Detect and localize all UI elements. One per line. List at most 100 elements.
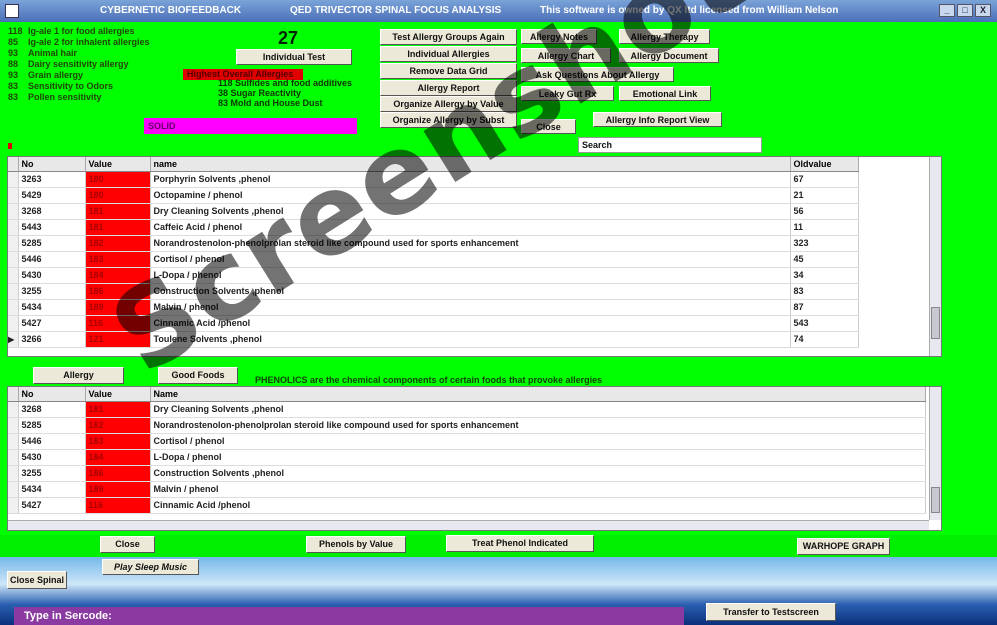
individual-test-button[interactable]: Individual Test <box>236 49 352 65</box>
sub-stat-row: 83 Mold and House Dust <box>218 98 352 108</box>
organize-by-value-button[interactable]: Organize Allergy by Value <box>380 96 517 112</box>
sub-stat-value: 38 <box>218 88 231 98</box>
table-row[interactable]: 5285 182 Norandrostenolon-phenolprolan ste… <box>8 417 926 434</box>
top-grid-scrollbar[interactable] <box>929 157 941 356</box>
row-selector[interactable] <box>8 267 19 284</box>
emotional-link-button[interactable]: Emotional Link <box>619 86 711 101</box>
row-selector[interactable] <box>8 283 19 300</box>
allergy-notes-button[interactable]: Allergy Notes <box>521 29 597 44</box>
license-text: This software is owned by QX ltd license… <box>540 5 839 16</box>
organize-by-subst-button[interactable]: Organize Allergy by Subst <box>380 112 517 128</box>
allergy-stats-list: 118 Ig-ale 1 for food allergies 85 Ig-ale 2… <box>8 26 168 103</box>
bottom-grid-scroll-thumb[interactable] <box>931 487 940 513</box>
bottom-grid-hscrollbar[interactable] <box>8 520 929 530</box>
individual-allergies-button[interactable]: Individual Allergies <box>380 46 517 62</box>
table-row[interactable]: 3263 180 Porphyrin Solvents ,phenol 67 <box>8 171 859 188</box>
good-foods-tab[interactable]: Good Foods <box>158 367 238 384</box>
remove-data-grid-button[interactable]: Remove Data Grid <box>380 63 517 79</box>
window-controls: _ □ X <box>939 4 991 17</box>
stat-value: 83 <box>8 92 19 102</box>
table-row[interactable]: 5427 116 Cinnamic Acid /phenol 543 <box>8 315 859 332</box>
cell-oldvalue: 34 <box>790 267 859 284</box>
row-selector[interactable] <box>8 315 19 332</box>
allergy-document-button[interactable]: Allergy Document <box>619 48 719 63</box>
row-selector[interactable] <box>8 465 19 482</box>
ask-questions-button[interactable]: Ask Questions About Allergy <box>521 67 674 82</box>
col-header-value[interactable]: Value <box>85 387 151 402</box>
row-selector[interactable] <box>8 481 19 498</box>
treat-phenol-button[interactable]: Treat Phenol Indicated <box>446 535 594 552</box>
table-row[interactable]: 5434 189 Malvin / phenol 87 <box>8 299 859 316</box>
row-selector[interactable] <box>8 187 19 204</box>
stat-label: Grain allergy <box>28 70 84 80</box>
sercode-input[interactable]: Type in Sercode: <box>14 607 684 625</box>
cell-name: Toulene Solvents ,phenol <box>150 331 791 348</box>
allergy-chart-button[interactable]: Allergy Chart <box>521 48 611 63</box>
col-header-no[interactable]: No <box>18 157 86 172</box>
bottom-grid-vscrollbar[interactable] <box>929 387 941 520</box>
table-row[interactable]: 5446 183 Cortisol / phenol 45 <box>8 251 859 268</box>
table-row[interactable]: 5430 184 L-Dopa / phenol <box>8 449 926 466</box>
row-selector[interactable] <box>8 433 19 450</box>
table-row[interactable]: 3255 186 Construction Solvents ,phenol <box>8 465 926 482</box>
table-row[interactable]: 3255 186 Construction Solvents ,phenol 83 <box>8 283 859 300</box>
table-row[interactable]: 3268 181 Dry Cleaning Solvents ,phenol <box>8 401 926 418</box>
col-header-oldvalue[interactable]: Oldvalue <box>790 157 859 172</box>
sub-stat-label: Sugar Reactivity <box>230 88 302 98</box>
cell-name: Dry Cleaning Solvents ,phenol <box>150 203 791 220</box>
stat-row: 88 Dairy sensitivity allergy <box>8 59 168 70</box>
cell-no: 3255 <box>18 465 86 482</box>
col-header-value[interactable]: Value <box>85 157 151 172</box>
row-selector[interactable] <box>8 497 19 514</box>
col-header-no[interactable]: No <box>18 387 86 402</box>
search-input[interactable]: Search <box>578 137 762 153</box>
minimize-icon[interactable]: _ <box>939 4 955 17</box>
allergy-report-button[interactable]: Allergy Report <box>380 80 517 96</box>
table-row[interactable]: 5434 189 Malvin / phenol <box>8 481 926 498</box>
row-selector[interactable] <box>8 299 19 316</box>
cell-name: L-Dopa / phenol <box>150 449 926 466</box>
table-row[interactable]: 3268 181 Dry Cleaning Solvents ,phenol 56 <box>8 203 859 220</box>
cell-value: 180 <box>85 171 151 188</box>
maximize-icon[interactable]: □ <box>957 4 973 17</box>
row-selector[interactable] <box>8 219 19 236</box>
stat-row: 93 Animal hair <box>8 48 168 59</box>
row-selector[interactable] <box>8 203 19 220</box>
row-selector[interactable] <box>8 171 19 188</box>
phenols-by-value-button[interactable]: Phenols by Value <box>306 536 406 553</box>
row-selector[interactable]: ▶ <box>8 331 19 348</box>
table-row[interactable]: 5430 184 L-Dopa / phenol 34 <box>8 267 859 284</box>
allergy-info-report-button[interactable]: Allergy Info Report View <box>593 112 722 127</box>
test-allergy-groups-button[interactable]: Test Allergy Groups Again <box>380 29 517 45</box>
table-row[interactable]: 5427 116 Cinnamic Acid /phenol <box>8 497 926 514</box>
warhope-graph-button[interactable]: WARHOPE GRAPH <box>797 538 890 555</box>
allergy-therapy-button[interactable]: Allergy Therapy <box>619 29 710 44</box>
allergy-count: 27 <box>278 28 299 48</box>
row-selector[interactable] <box>8 251 19 268</box>
stat-value: 85 <box>8 37 19 47</box>
row-selector[interactable] <box>8 449 19 466</box>
col-header-name[interactable]: name <box>150 157 791 172</box>
top-grid-scroll-thumb[interactable] <box>931 307 940 339</box>
allergy-tab[interactable]: Allergy <box>33 367 124 384</box>
close-spinal-button[interactable]: Close Spinal <box>7 571 67 589</box>
table-row[interactable]: 5429 180 Octopamine / phenol 21 <box>8 187 859 204</box>
close-icon[interactable]: X <box>975 4 991 17</box>
leaky-gut-button[interactable]: Leaky Gut Rx <box>521 86 614 101</box>
close-bottom-button[interactable]: Close <box>100 536 155 553</box>
module-title: QED TRIVECTOR SPINAL FOCUS ANALYSIS <box>290 5 502 16</box>
table-row[interactable]: 5446 183 Cortisol / phenol <box>8 433 926 450</box>
row-selector[interactable] <box>8 235 19 252</box>
play-sleep-music-button[interactable]: Play Sleep Music <box>102 559 199 575</box>
table-row[interactable]: 5285 182 Norandrostenolon-phenolprolan ste… <box>8 235 859 252</box>
row-selector[interactable] <box>8 401 19 418</box>
cell-no: 5285 <box>18 417 86 434</box>
row-selector[interactable] <box>8 417 19 434</box>
transfer-to-testscreen-button[interactable]: Transfer to Testscreen <box>706 603 836 621</box>
close-top-button[interactable]: Close <box>521 119 576 134</box>
table-row[interactable]: ▶ 3266 121 Toulene Solvents ,phenol 74 <box>8 331 859 348</box>
cell-value: 180 <box>85 187 151 204</box>
col-header-name[interactable]: Name <box>150 387 926 402</box>
table-row[interactable]: 5443 181 Caffeic Acid / phenol 11 <box>8 219 859 236</box>
stat-value: 118 <box>8 26 23 36</box>
